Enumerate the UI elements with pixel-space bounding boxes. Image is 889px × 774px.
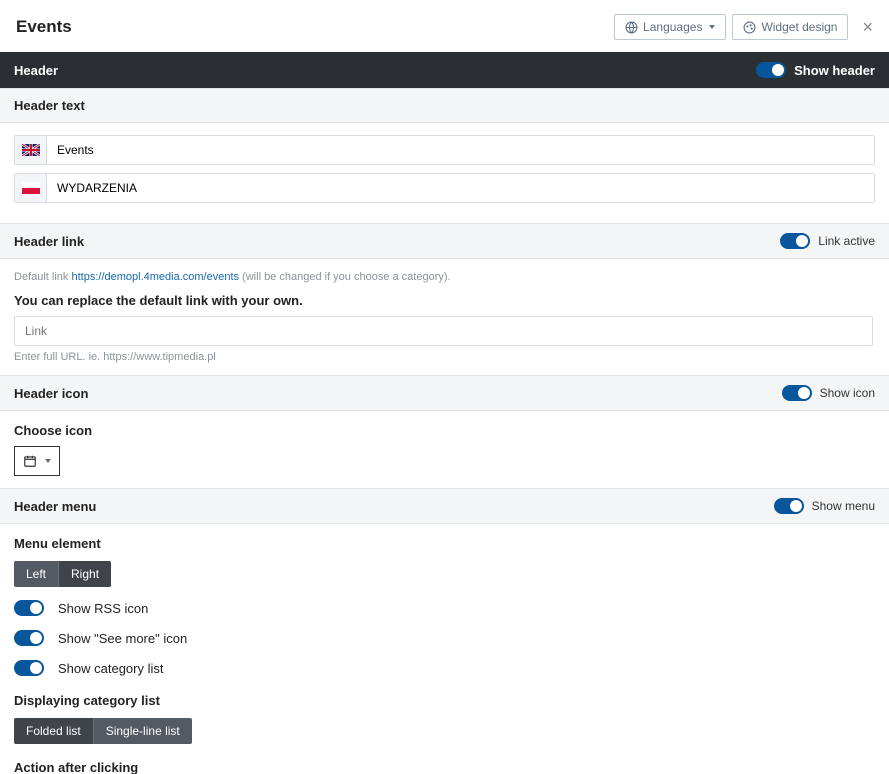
flag-pl-icon (15, 174, 47, 202)
menu-side-left[interactable]: Left (14, 561, 59, 587)
widget-design-button[interactable]: Widget design (732, 14, 848, 40)
show-seemore-label: Show "See more" icon (58, 631, 187, 646)
show-menu-toggle[interactable] (774, 498, 804, 514)
menu-side-segmented: Left Right (14, 561, 111, 587)
show-seemore-toggle[interactable] (14, 630, 44, 646)
header-link-title: Header link (14, 234, 84, 249)
header-text-en-input[interactable] (47, 136, 874, 164)
header-text-pl-row (14, 173, 875, 203)
show-category-list-label: Show category list (58, 661, 164, 676)
close-icon[interactable]: × (862, 18, 873, 36)
show-rss-toggle[interactable] (14, 600, 44, 616)
icon-picker[interactable] (14, 446, 60, 476)
header-text-title: Header text (14, 98, 85, 113)
header-icon-title: Header icon (14, 386, 88, 401)
display-cat-single[interactable]: Single-line list (94, 718, 192, 744)
flag-gb-icon (15, 136, 47, 164)
show-header-toggle[interactable] (756, 62, 786, 78)
display-category-segmented: Folded list Single-line list (14, 718, 192, 744)
choose-icon-label: Choose icon (14, 423, 875, 438)
display-category-label: Displaying category list (14, 693, 875, 708)
link-active-toggle[interactable] (780, 233, 810, 249)
show-category-list-toggle[interactable] (14, 660, 44, 676)
menu-side-right[interactable]: Right (59, 561, 111, 587)
header-menu-title: Header menu (14, 499, 96, 514)
replace-link-label: You can replace the default link with yo… (14, 293, 875, 308)
page-title: Events (16, 17, 608, 37)
header-section-title: Header (14, 63, 58, 78)
header-text-pl-input[interactable] (47, 174, 874, 202)
link-hint: Enter full URL. ie. https://www.tipmedia… (14, 351, 875, 363)
chevron-down-icon (45, 459, 51, 463)
show-menu-label: Show menu (812, 499, 875, 513)
calendar-icon (23, 454, 37, 468)
languages-button[interactable]: Languages (614, 14, 726, 40)
show-icon-toggle[interactable] (782, 385, 812, 401)
default-link-text: Default link https://demopl.4media.com/e… (14, 271, 875, 283)
header-text-en-row (14, 135, 875, 165)
palette-icon (743, 21, 756, 34)
action-after-click-label: Action after clicking (14, 760, 875, 774)
link-input[interactable] (14, 316, 873, 346)
show-icon-label: Show icon (820, 386, 875, 400)
menu-element-label: Menu element (14, 536, 875, 551)
default-link-url[interactable]: https://demopl.4media.com/events (71, 271, 239, 283)
globe-icon (625, 21, 638, 34)
chevron-down-icon (709, 25, 715, 29)
show-rss-label: Show RSS icon (58, 601, 148, 616)
show-header-label: Show header (794, 63, 875, 78)
display-cat-folded[interactable]: Folded list (14, 718, 94, 744)
link-active-label: Link active (818, 234, 875, 248)
